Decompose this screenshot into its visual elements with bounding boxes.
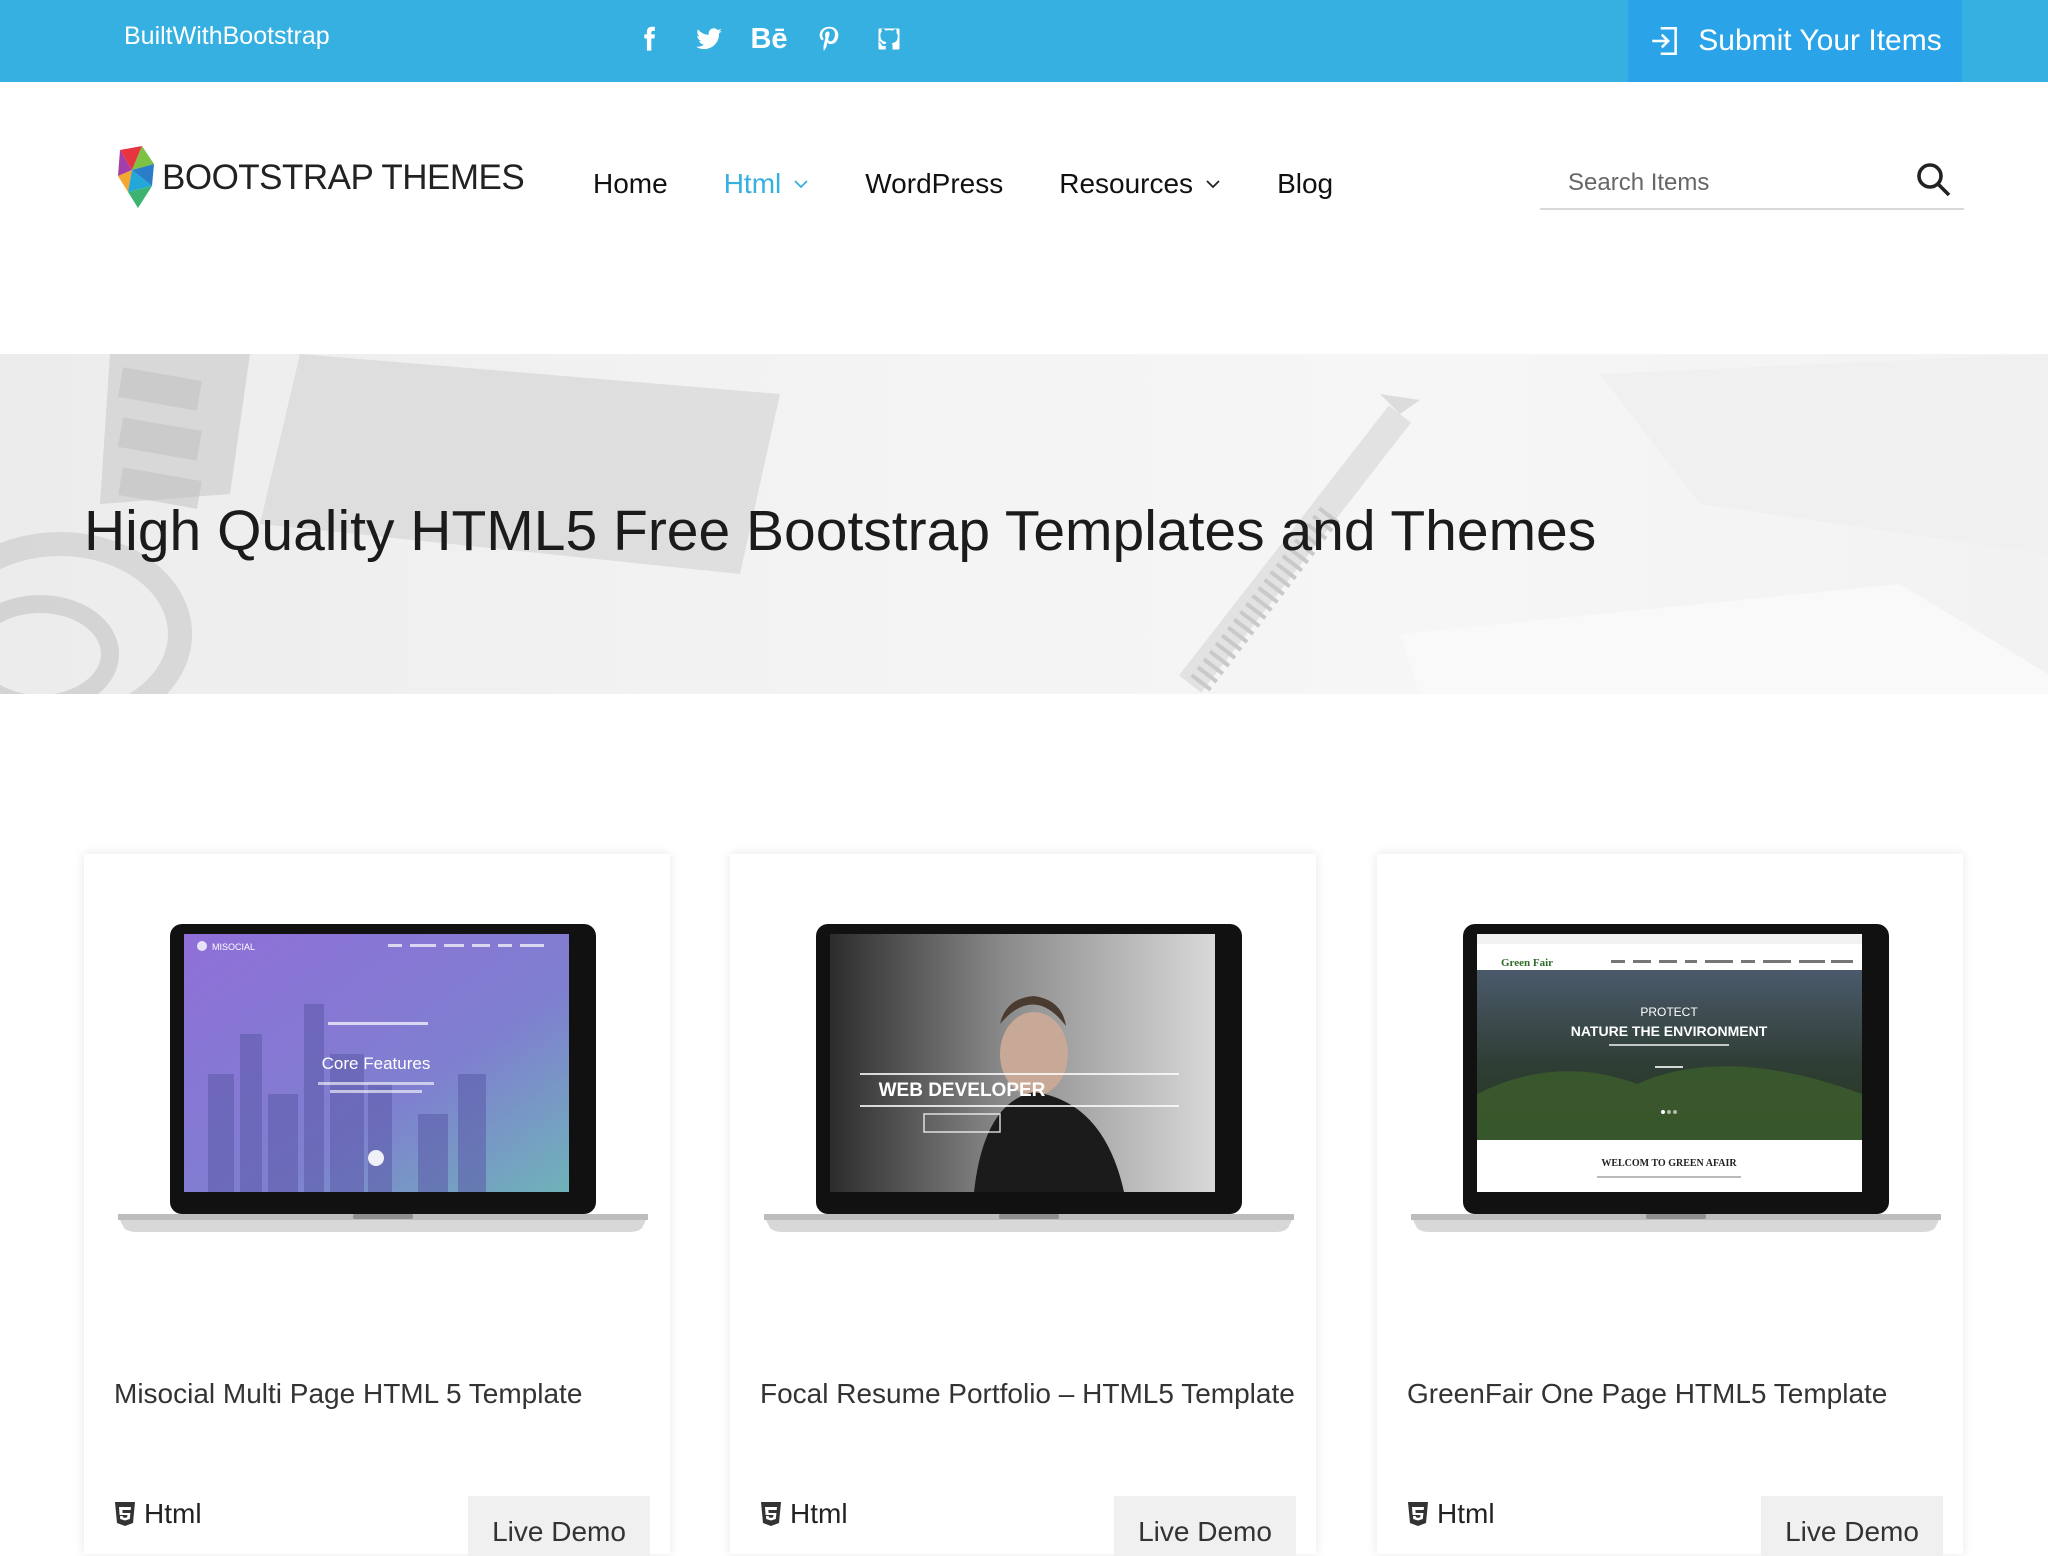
- site-logo[interactable]: BOOTSTRAP THEMES: [114, 142, 525, 214]
- template-thumbnail[interactable]: WEB DEVELOPER: [764, 924, 1294, 1264]
- laptop-mockup-image: Green Fair PROTECT NATURE THE ENVIRONMEN…: [1411, 924, 1941, 1232]
- template-thumbnail[interactable]: MISOCIAL Core Features: [118, 924, 648, 1264]
- screen-heading: NATURE THE ENVIRONMENT: [1571, 1023, 1768, 1039]
- nav-html[interactable]: Html: [724, 168, 810, 200]
- template-card: WEB DEVELOPER Focal Resume Portfolio – H…: [730, 854, 1316, 1556]
- hero-banner: High Quality HTML5 Free Bootstrap Templa…: [0, 354, 2048, 694]
- chevron-down-icon: [794, 180, 808, 189]
- template-category[interactable]: Html: [760, 1498, 848, 1530]
- live-demo-button[interactable]: Live Demo: [468, 1496, 650, 1556]
- screen-footer: WELCOM TO GREEN AFAIR: [1601, 1158, 1737, 1169]
- logo-mark-icon: [118, 146, 154, 208]
- laptop-mockup-image: MISOCIAL Core Features: [118, 924, 648, 1232]
- site-header: BOOTSTRAP THEMES Home Html WordPress Res…: [0, 82, 2048, 354]
- submit-items-label: Submit Your Items: [1698, 24, 1942, 57]
- html5-icon: [1408, 1502, 1428, 1526]
- pinterest-icon[interactable]: [812, 22, 846, 56]
- builtwithbootstrap-link[interactable]: BuiltWithBootstrap: [124, 22, 330, 51]
- nav-home[interactable]: Home: [593, 168, 668, 200]
- sign-in-icon: [1652, 26, 1678, 56]
- nav-resources[interactable]: Resources: [1059, 168, 1221, 200]
- laptop-mockup-image: WEB DEVELOPER: [764, 924, 1294, 1232]
- template-category[interactable]: Html: [114, 1498, 202, 1530]
- submit-items-button[interactable]: Submit Your Items: [1628, 0, 1962, 82]
- search-input[interactable]: [1568, 164, 1888, 202]
- hero-heading: High Quality HTML5 Free Bootstrap Templa…: [84, 499, 1597, 563]
- screen-heading: Core Features: [322, 1054, 431, 1073]
- search-icon: [1917, 163, 1951, 197]
- logo-text: BOOTSTRAP THEMES: [162, 158, 525, 197]
- template-title[interactable]: Misocial Multi Page HTML 5 Template: [114, 1378, 582, 1410]
- nav-blog[interactable]: Blog: [1277, 168, 1333, 200]
- search-box: [1540, 158, 1964, 210]
- github-icon[interactable]: [872, 22, 906, 56]
- social-links: Bē: [632, 22, 906, 56]
- live-demo-button[interactable]: Live Demo: [1761, 1496, 1943, 1556]
- nav-wordpress[interactable]: WordPress: [865, 168, 1003, 200]
- html5-icon: [115, 1502, 135, 1526]
- template-title[interactable]: GreenFair One Page HTML5 Template: [1407, 1378, 1887, 1410]
- top-bar: BuiltWithBootstrap Bē Submit Your Items: [0, 0, 2048, 82]
- facebook-icon[interactable]: [632, 22, 666, 56]
- main-nav: Home Html WordPress Resources Blog: [593, 168, 1333, 200]
- chevron-down-icon: [1206, 180, 1220, 189]
- twitter-icon[interactable]: [692, 22, 726, 56]
- html5-icon: [761, 1502, 781, 1526]
- template-card: Green Fair PROTECT NATURE THE ENVIRONMEN…: [1377, 854, 1963, 1556]
- screen-brand: Green Fair: [1501, 957, 1553, 969]
- screen-kicker: PROTECT: [1640, 1005, 1698, 1019]
- template-thumbnail[interactable]: Green Fair PROTECT NATURE THE ENVIRONMEN…: [1411, 924, 1941, 1264]
- live-demo-button[interactable]: Live Demo: [1114, 1496, 1296, 1556]
- screen-brand: MISOCIAL: [212, 942, 255, 952]
- template-card: MISOCIAL Core Features Misocial Multi Pa…: [84, 854, 670, 1556]
- behance-icon[interactable]: Bē: [750, 22, 787, 56]
- template-category[interactable]: Html: [1407, 1498, 1495, 1530]
- template-title[interactable]: Focal Resume Portfolio – HTML5 Template: [760, 1378, 1295, 1410]
- screen-heading: WEB DEVELOPER: [879, 1080, 1046, 1101]
- search-button[interactable]: [1914, 160, 1956, 202]
